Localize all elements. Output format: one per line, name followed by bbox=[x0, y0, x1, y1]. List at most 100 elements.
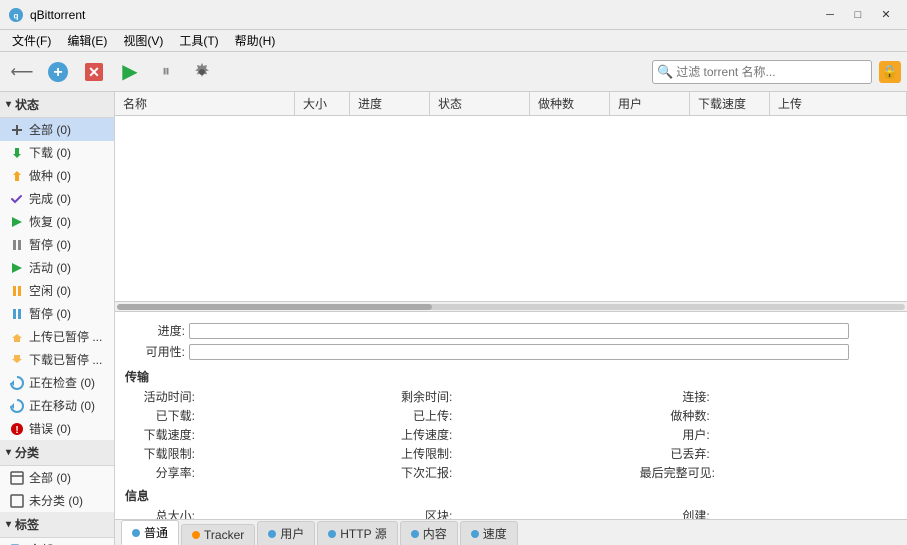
detail-progress-row: 进度: bbox=[115, 320, 907, 341]
transport-item-connect: 连接: bbox=[640, 388, 897, 405]
sidebar-item-active[interactable]: 活动 (0) bbox=[0, 256, 114, 279]
menu-edit[interactable]: 编辑(E) bbox=[59, 30, 115, 51]
scroll-thumb[interactable] bbox=[117, 304, 432, 310]
complete-icon bbox=[10, 192, 24, 206]
tag-section-header[interactable]: ▾ 标签 bbox=[0, 512, 114, 538]
sidebar-checking-label: 正在检查 (0) bbox=[29, 374, 95, 391]
transport-section-title: 传输 bbox=[115, 362, 907, 388]
sidebar-item-error[interactable]: ! 错误 (0) bbox=[0, 417, 114, 440]
tab-content[interactable]: 内容 bbox=[400, 521, 458, 545]
sidebar-pause-label: 暂停 (0) bbox=[29, 236, 71, 253]
pause-button[interactable]: ⏸ bbox=[150, 56, 182, 88]
content: 名称 大小 进度 状态 做种数 用户 下载速度 上传 进度: bbox=[115, 92, 907, 545]
dlspeed-label: 下载速度: bbox=[125, 426, 195, 443]
sidebar-item-cat-all[interactable]: 全部 (0) bbox=[0, 466, 114, 489]
sidebar-uncat-label: 未分类 (0) bbox=[29, 492, 83, 509]
pause-icon: ⏸ bbox=[162, 63, 170, 81]
tab-http-icon bbox=[328, 530, 336, 538]
app-title: qBittorrent bbox=[30, 8, 85, 22]
tab-peers[interactable]: 用户 bbox=[257, 521, 315, 545]
idle-icon bbox=[10, 284, 24, 298]
svg-text:+: + bbox=[53, 64, 62, 81]
add-icon: + bbox=[47, 61, 69, 83]
sidebar-item-resume[interactable]: 恢复 (0) bbox=[0, 210, 114, 233]
tab-tracker[interactable]: Tracker bbox=[181, 524, 255, 545]
transport-item-ratio: 分享率: bbox=[125, 464, 382, 481]
sidebar-item-all[interactable]: 全部 (0) bbox=[0, 118, 114, 141]
tab-general-icon bbox=[132, 529, 140, 537]
col-status: 状态 bbox=[430, 92, 530, 115]
status-section-header[interactable]: ▾ 状态 bbox=[0, 92, 114, 118]
sidebar-item-moving[interactable]: 正在移动 (0) bbox=[0, 394, 114, 417]
transport-item-seednum: 做种数: bbox=[640, 407, 897, 424]
progress-label: 进度: bbox=[125, 322, 185, 339]
created-label: 创建: bbox=[640, 507, 710, 519]
back-button[interactable]: ⟵ bbox=[6, 56, 38, 88]
seednum-label: 做种数: bbox=[640, 407, 710, 424]
all-icon bbox=[10, 123, 24, 137]
sidebar-complete-label: 完成 (0) bbox=[29, 190, 71, 207]
maximize-button[interactable]: □ bbox=[845, 6, 871, 24]
menu-help[interactable]: 帮助(H) bbox=[227, 30, 284, 51]
add-torrent-button[interactable]: + bbox=[42, 56, 74, 88]
pieces-label: 区块: bbox=[382, 507, 452, 519]
totalsize-label: 总大小: bbox=[125, 507, 195, 519]
tag-header-label: 标签 bbox=[15, 516, 39, 533]
menu-tools[interactable]: 工具(T) bbox=[171, 30, 226, 51]
minimize-button[interactable]: ─ bbox=[817, 6, 843, 24]
search-input[interactable] bbox=[676, 65, 856, 79]
ratio-label: 分享率: bbox=[125, 464, 195, 481]
tab-tracker-icon bbox=[192, 531, 200, 539]
sidebar-item-dl-paused[interactable]: 下载已暂停 ... bbox=[0, 348, 114, 371]
checking-icon bbox=[10, 376, 24, 390]
transport-item-lastcomplete: 最后完整可见: bbox=[640, 464, 897, 481]
status-header-label: 状态 bbox=[15, 96, 39, 113]
paused2-icon bbox=[10, 307, 24, 321]
connect-label: 连接: bbox=[640, 388, 710, 405]
sidebar-item-download[interactable]: 下载 (0) bbox=[0, 141, 114, 164]
close-button[interactable]: ✕ bbox=[873, 6, 899, 24]
torrent-table-area: 名称 大小 进度 状态 做种数 用户 下载速度 上传 bbox=[115, 92, 907, 312]
app-icon: q bbox=[8, 7, 24, 23]
scroll-track[interactable] bbox=[117, 304, 905, 310]
sidebar-item-checking[interactable]: 正在检查 (0) bbox=[0, 371, 114, 394]
sidebar-item-tag-all[interactable]: 全部 (0) bbox=[0, 538, 114, 545]
sidebar-item-seed[interactable]: 做种 (0) bbox=[0, 164, 114, 187]
sidebar-resume-label: 恢复 (0) bbox=[29, 213, 71, 230]
menu-view[interactable]: 视图(V) bbox=[115, 30, 171, 51]
tab-http-label: HTTP 源 bbox=[340, 525, 386, 542]
activity-label: 活动时间: bbox=[125, 388, 195, 405]
torrent-scrollbar[interactable] bbox=[115, 301, 907, 311]
uploaded-label: 已上传: bbox=[382, 407, 452, 424]
transport-item-ullimit: 上传限制: bbox=[382, 445, 639, 462]
sidebar-item-paused2[interactable]: 暂停 (0) bbox=[0, 302, 114, 325]
status-arrow: ▾ bbox=[6, 99, 11, 110]
download-icon bbox=[10, 146, 24, 160]
sidebar-item-idle[interactable]: 空闲 (0) bbox=[0, 279, 114, 302]
transport-item-downloaded: 已下载: bbox=[125, 407, 382, 424]
transport-item-dllimit: 下载限制: bbox=[125, 445, 382, 462]
sidebar-item-uncat[interactable]: 未分类 (0) bbox=[0, 489, 114, 512]
menubar: 文件(F) 编辑(E) 视图(V) 工具(T) 帮助(H) bbox=[0, 30, 907, 52]
sidebar-paused2-label: 暂停 (0) bbox=[29, 305, 71, 322]
tab-general[interactable]: 普通 bbox=[121, 520, 179, 545]
tab-speed[interactable]: 速度 bbox=[460, 521, 518, 545]
back-icon: ⟵ bbox=[11, 62, 34, 82]
sidebar-item-complete[interactable]: 完成 (0) bbox=[0, 187, 114, 210]
tab-speed-label: 速度 bbox=[483, 525, 507, 542]
users-label: 用户: bbox=[640, 426, 710, 443]
settings-button[interactable] bbox=[186, 56, 218, 88]
info-section-title: 信息 bbox=[115, 481, 907, 507]
torrent-table-body[interactable] bbox=[115, 116, 907, 301]
sidebar-item-ul-paused[interactable]: 上传已暂停 ... bbox=[0, 325, 114, 348]
tab-content-label: 内容 bbox=[423, 525, 447, 542]
col-progress: 进度 bbox=[350, 92, 430, 115]
category-section-header[interactable]: ▾ 分类 bbox=[0, 440, 114, 466]
tab-http-sources[interactable]: HTTP 源 bbox=[317, 521, 397, 545]
svg-text:!: ! bbox=[15, 425, 18, 436]
start-button[interactable]: ▶ bbox=[114, 56, 146, 88]
sidebar-item-pause[interactable]: 暂停 (0) bbox=[0, 233, 114, 256]
menu-file[interactable]: 文件(F) bbox=[4, 30, 59, 51]
lock-icon[interactable]: 🔒 bbox=[879, 61, 901, 83]
delete-button[interactable]: ✕ bbox=[78, 56, 110, 88]
